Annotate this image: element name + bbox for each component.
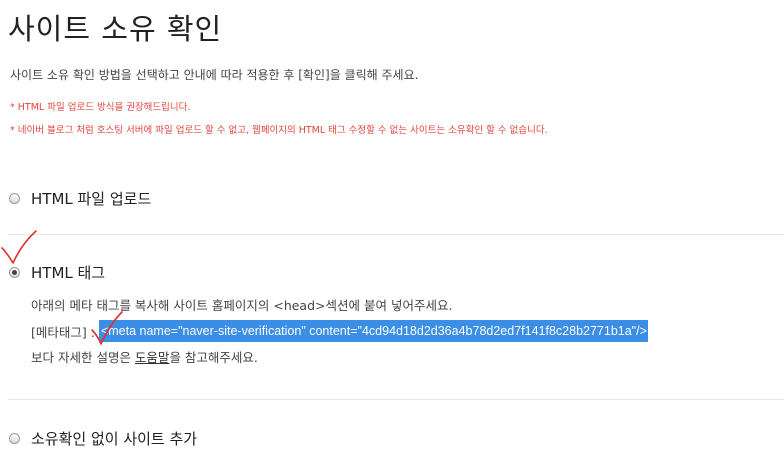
page-title: 사이트 소유 확인 — [8, 12, 223, 46]
help-line: 보다 자세한 설명은 도움말을 참고해주세요. — [31, 347, 258, 366]
notice-limitation: * 네이버 블로그 처럼 호스팅 서버에 파일 업로드 할 수 없고, 웹페이지… — [10, 125, 548, 136]
meta-tag-description: 아래의 메타 태그를 복사해 사이트 홈페이지의 <head>섹션에 붙여 넣어… — [31, 298, 453, 313]
intro-text: 사이트 소유 확인 방법을 선택하고 안내에 따라 적용한 후 [확인]을 클릭… — [10, 68, 419, 82]
option-label-html-file-upload[interactable]: HTML 파일 업로드 — [31, 188, 151, 209]
notice-recommend: * HTML 파일 업로드 방식을 권장해드립니다. — [10, 102, 191, 113]
option-add-without-verification[interactable]: 소유확인 없이 사이트 추가 — [9, 428, 197, 449]
divider — [8, 234, 784, 235]
meta-tag-code[interactable]: <meta name="naver-site-verification" con… — [98, 320, 648, 342]
checkmark-icon — [1, 230, 37, 264]
option-label-html-tag[interactable]: HTML 태그 — [31, 262, 105, 283]
option-label-add-without-verification[interactable]: 소유확인 없이 사이트 추가 — [31, 428, 197, 449]
help-suffix: 을 참고해주세요. — [169, 350, 258, 365]
option-html-tag[interactable]: HTML 태그 — [9, 262, 105, 283]
meta-tag-row: [메타태그] : <meta name="naver-site-verifica… — [31, 320, 648, 342]
radio-html-tag[interactable] — [9, 267, 20, 278]
help-prefix: 보다 자세한 설명은 — [31, 350, 135, 365]
meta-tag-label: [메타태그] : — [31, 324, 95, 340]
option-html-file-upload[interactable]: HTML 파일 업로드 — [9, 188, 151, 209]
radio-add-without-verification[interactable] — [9, 433, 20, 444]
divider — [8, 399, 784, 400]
help-link[interactable]: 도움말 — [135, 350, 170, 365]
radio-html-file-upload[interactable] — [9, 193, 20, 204]
